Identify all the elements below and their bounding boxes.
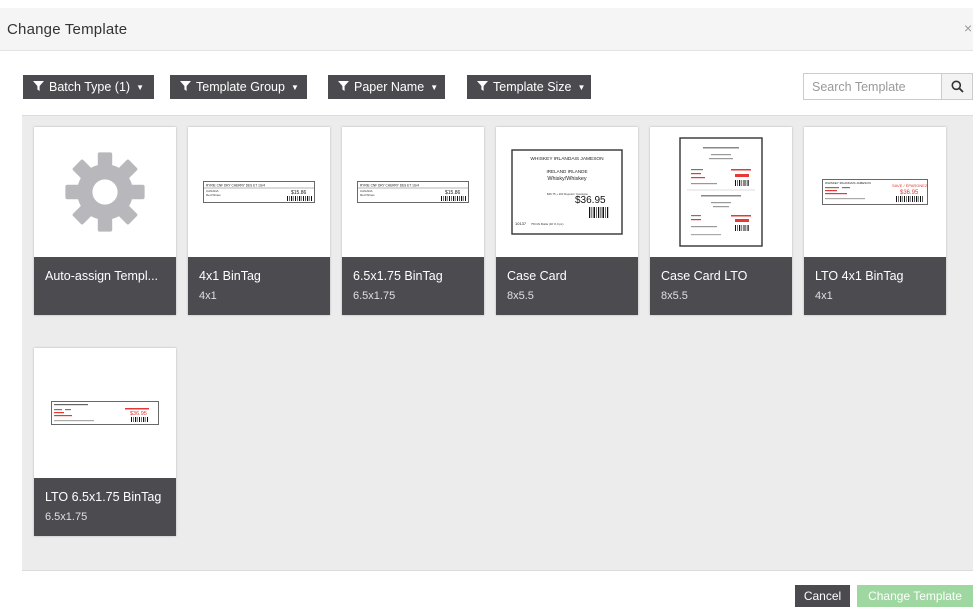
caret-down-icon: ▼ xyxy=(136,82,144,92)
case-price: $36.95 xyxy=(575,195,606,206)
filter-label: Batch Type (1) xyxy=(49,80,131,94)
lto-bintag-preview: WHISKEY IRLANDAIS JAMESON SAVE / ÉPARGNE… xyxy=(804,127,946,257)
bintag-price: $15.86 xyxy=(445,190,461,196)
case-qty: 750 ML Bottle (40 % 0 pL) xyxy=(531,222,563,226)
gear-icon xyxy=(34,127,176,257)
template-group-filter-button[interactable]: Template Group ▼ xyxy=(170,75,307,99)
dialog-title: Change Template xyxy=(7,21,128,38)
template-card-6-5x1-75-bintag[interactable]: RYRIE CNF DRY CHERRY DES ET 1G/4 CANADA … xyxy=(342,127,484,315)
filter-icon xyxy=(338,76,349,100)
case-card-preview: WHISKEY IRLANDAIS JAMESON IRELAND IRLAND… xyxy=(496,127,638,257)
filter-label: Paper Name xyxy=(354,80,425,94)
template-size: 8x5.5 xyxy=(661,290,688,302)
case-title: WHISKEY IRLANDAIS JAMESON xyxy=(530,156,604,162)
paper-name-filter-button[interactable]: Paper Name ▼ xyxy=(328,75,445,99)
lto-price: $36.95 xyxy=(900,190,919,196)
cancel-button[interactable]: Cancel xyxy=(795,585,850,607)
template-caption: 6.5x1.75 BinTag 6.5x1.75 xyxy=(342,257,484,315)
caret-down-icon: ▼ xyxy=(290,82,299,92)
template-name: LTO 6.5x1.75 BinTag xyxy=(45,490,162,504)
filter-icon xyxy=(33,76,44,100)
template-size-filter-button[interactable]: Template Size ▼ xyxy=(467,75,591,99)
bintag-line3: Red Wines xyxy=(206,193,221,197)
search-template-input[interactable] xyxy=(803,73,942,100)
template-caption: 4x1 BinTag 4x1 xyxy=(188,257,330,315)
case-card-lto-preview xyxy=(650,127,792,257)
bintag-line3: Red Wines xyxy=(360,193,375,197)
bintag-preview: RYRIE CNF DRY CHERRY DES ET 1G/4 CANADA … xyxy=(342,127,484,257)
template-name: 4x1 BinTag xyxy=(199,269,261,283)
filter-label: Template Size xyxy=(493,80,572,94)
template-name: 6.5x1.75 BinTag xyxy=(353,269,443,283)
template-name: LTO 4x1 BinTag xyxy=(815,269,904,283)
template-caption: LTO 6.5x1.75 BinTag 6.5x1.75 xyxy=(34,478,176,536)
template-grid: Auto-assign Templ... RYRIE CNF DRY CHERR… xyxy=(22,115,973,571)
bintag-price: $15.86 xyxy=(291,190,307,196)
template-name: Auto-assign Templ... xyxy=(45,269,159,283)
lto-price: $36.95 xyxy=(130,411,147,417)
bintag-line1: RYRIE CNF DRY CHERRY DES ET 1G/4 xyxy=(206,184,265,188)
filter-icon xyxy=(180,76,191,100)
search-button[interactable] xyxy=(941,73,973,100)
case-category: Whisky/Whiskey xyxy=(547,176,587,182)
template-size: 4x1 xyxy=(815,290,833,302)
template-caption: Case Card 8x5.5 xyxy=(496,257,638,315)
caret-down-icon: ▼ xyxy=(577,82,586,92)
template-size: 6.5x1.75 xyxy=(353,290,396,302)
close-icon[interactable]: × xyxy=(964,20,972,36)
template-size: 6.5x1.75 xyxy=(45,511,88,523)
template-card-lto-4x1-bintag[interactable]: WHISKEY IRLANDAIS JAMESON SAVE / ÉPARGNE… xyxy=(804,127,946,315)
template-card-case-card[interactable]: WHISKEY IRLANDAIS JAMESON IRELAND IRLAND… xyxy=(496,127,638,315)
change-template-button[interactable]: Change Template xyxy=(857,585,973,607)
template-card-4x1-bintag[interactable]: RYRIE CNF DRY CHERRY DES ET 1G/4 CANADA … xyxy=(188,127,330,315)
filter-icon xyxy=(477,76,488,100)
template-name: Case Card LTO xyxy=(661,269,748,283)
filter-label: Template Group xyxy=(196,80,285,94)
search-icon xyxy=(951,80,964,93)
template-size: 4x1 xyxy=(199,290,217,302)
template-caption: LTO 4x1 BinTag 4x1 xyxy=(804,257,946,315)
template-caption: Case Card LTO 8x5.5 xyxy=(650,257,792,315)
template-name: Case Card xyxy=(507,269,567,283)
bintag-preview: RYRIE CNF DRY CHERRY DES ET 1G/4 CANADA … xyxy=(188,127,330,257)
lto-save-text: SAVE / ÉPARGNEZ xyxy=(892,183,928,188)
batch-type-filter-button[interactable]: Batch Type (1) ▼ xyxy=(23,75,154,99)
template-card-lto-6-5x1-75-bintag[interactable]: $36.95 LTO 6.5x1.75 BinTag 6.5x1.75 xyxy=(34,348,176,536)
template-caption: Auto-assign Templ... xyxy=(34,257,176,315)
template-card-case-card-lto[interactable]: Case Card LTO 8x5.5 xyxy=(650,127,792,315)
lto-bintag-preview: $36.95 xyxy=(34,348,176,478)
caret-down-icon: ▼ xyxy=(430,82,439,92)
bintag-line1: RYRIE CNF DRY CHERRY DES ET 1G/4 xyxy=(360,184,419,188)
dialog-header: Change Template × xyxy=(0,8,973,51)
case-code: 10137 xyxy=(515,221,527,226)
template-size: 8x5.5 xyxy=(507,290,534,302)
case-origin: IRELAND IRLANDE xyxy=(546,169,587,174)
lto-bintag-title: WHISKEY IRLANDAIS JAMESON xyxy=(825,181,871,185)
template-card-auto-assign[interactable]: Auto-assign Templ... xyxy=(34,127,176,315)
